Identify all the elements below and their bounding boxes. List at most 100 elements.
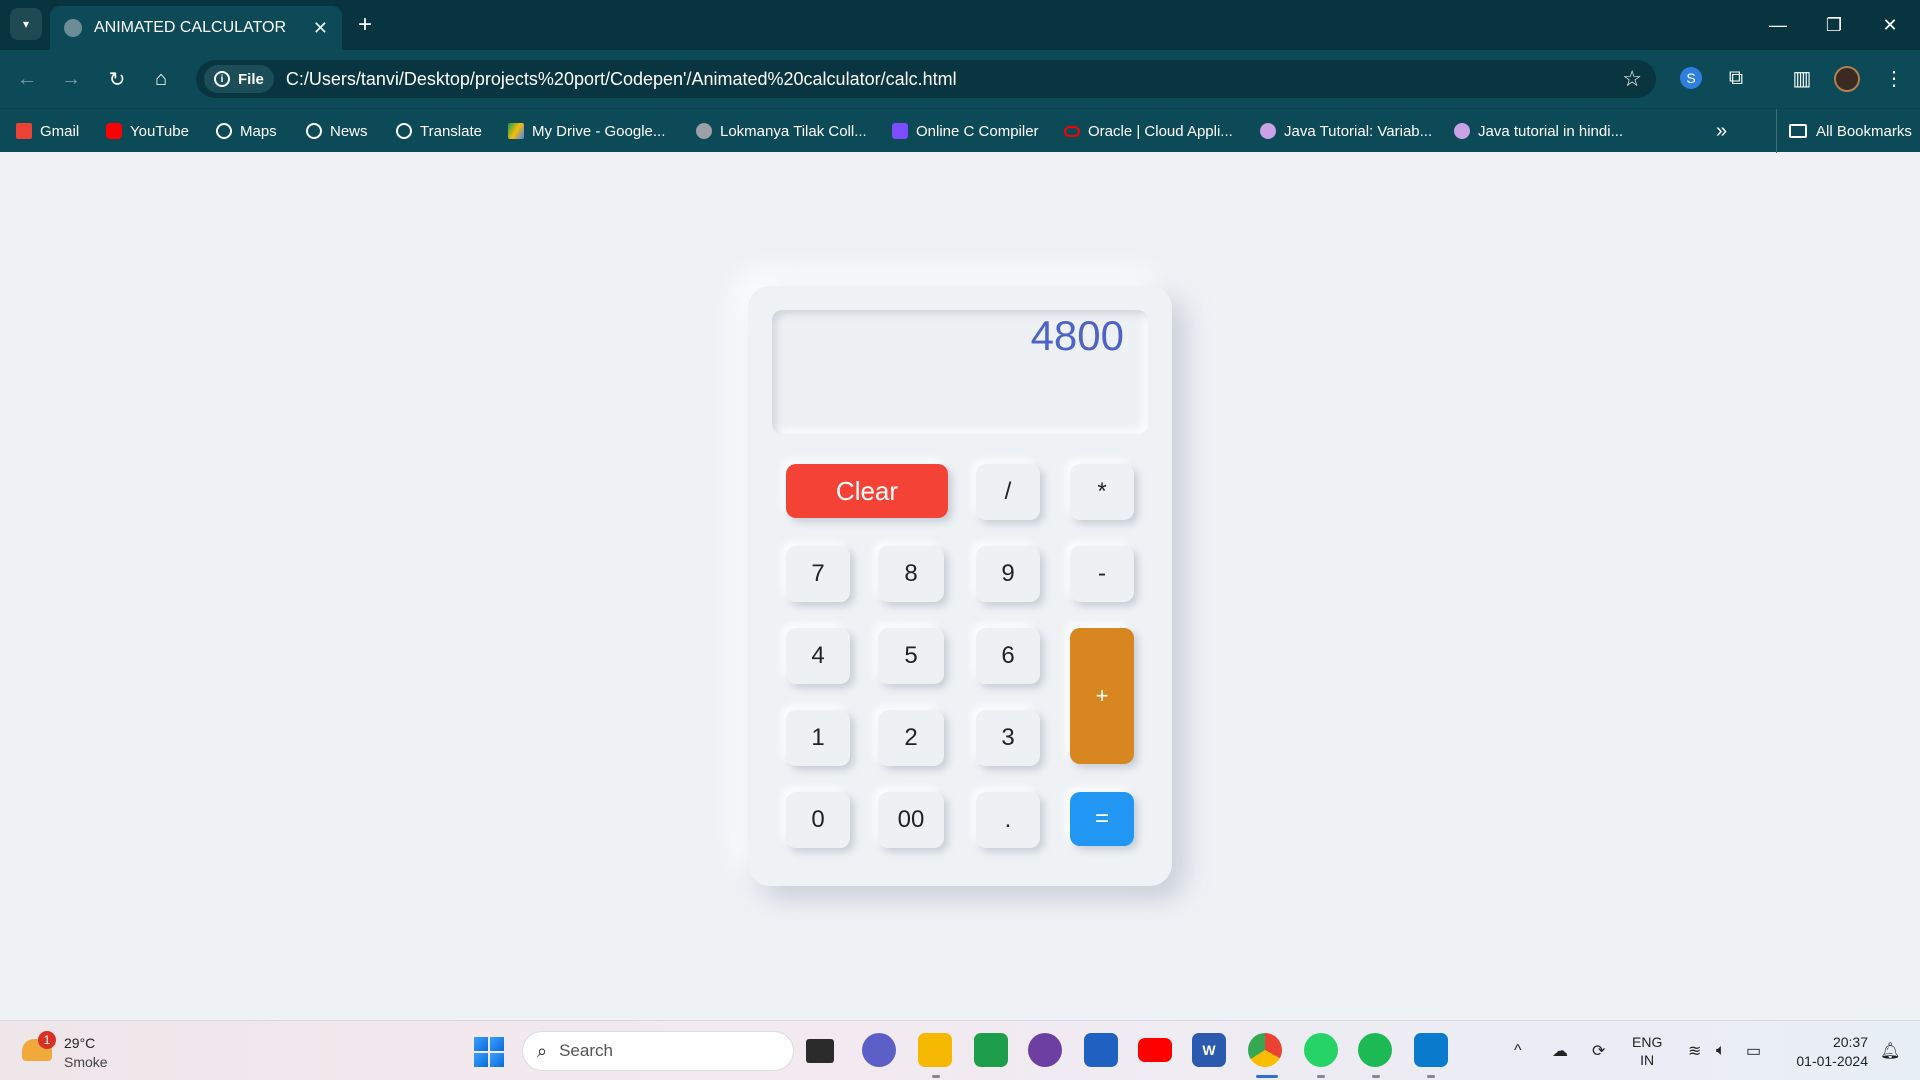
- file-explorer-icon[interactable]: [918, 1033, 952, 1067]
- minus-button[interactable]: -: [1070, 546, 1134, 602]
- digit-2-button[interactable]: 2: [878, 710, 944, 766]
- digit-6-button[interactable]: 6: [976, 628, 1040, 684]
- taskbar-search-box[interactable]: ⌕ Search: [522, 1031, 794, 1071]
- forward-button[interactable]: →: [54, 62, 88, 96]
- language-line1: ENG: [1632, 1034, 1663, 1050]
- tab-strip: ▾ ANIMATED CALCULATOR ✕ + — ❐ ✕: [0, 0, 1920, 50]
- digit-7-button[interactable]: 7: [786, 546, 850, 602]
- more-bookmarks-chevron-icon[interactable]: »: [1716, 109, 1727, 153]
- spotify-icon[interactable]: [1358, 1033, 1392, 1067]
- language-line2: IN: [1640, 1052, 1655, 1068]
- bookmark-label: Maps: [240, 122, 277, 140]
- bookmark-java-tutorial-hindi[interactable]: Java tutorial in hindi...: [1454, 109, 1623, 153]
- minimize-window-button[interactable]: —: [1750, 0, 1806, 50]
- bookmark-my-drive[interactable]: My Drive - Google...: [508, 109, 665, 153]
- extensions-puzzle-icon[interactable]: ⧉: [1722, 64, 1750, 92]
- onedrive-cloud-icon[interactable]: ☁: [1552, 1021, 1568, 1080]
- input-language-indicator[interactable]: ENG IN: [1632, 1033, 1662, 1069]
- windows-taskbar: 1 29°C Smoke ⌕ Search W ^ ☁ ⟳ ENG IN ≋ 🔈…: [0, 1020, 1920, 1080]
- info-icon: i: [214, 71, 230, 87]
- vscode-icon[interactable]: [1414, 1033, 1448, 1067]
- double-zero-button[interactable]: 00: [878, 792, 944, 848]
- bookmark-maps[interactable]: Maps: [216, 109, 277, 153]
- restore-window-button[interactable]: ❐: [1806, 0, 1862, 50]
- weather-widget[interactable]: 1 29°C Smoke: [22, 1029, 142, 1073]
- bookmark-label: Java Tutorial: Variab...: [1284, 122, 1433, 140]
- multiply-button[interactable]: *: [1070, 464, 1134, 520]
- bookmark-translate[interactable]: Translate: [396, 109, 482, 153]
- task-view-icon[interactable]: [806, 1039, 834, 1063]
- college-logo-icon: [696, 123, 712, 139]
- word-icon[interactable]: W: [1192, 1033, 1226, 1067]
- site-info-chip[interactable]: i File: [204, 65, 274, 93]
- profile-avatar[interactable]: [1834, 66, 1860, 92]
- browser-tab-active[interactable]: ANIMATED CALCULATOR ✕: [50, 6, 342, 50]
- side-panel-icon[interactable]: ▥: [1788, 64, 1816, 92]
- equals-button[interactable]: =: [1070, 792, 1134, 846]
- digit-9-button[interactable]: 9: [976, 546, 1040, 602]
- battery-icon[interactable]: ▭: [1746, 1021, 1761, 1080]
- notification-badge: 1: [38, 1031, 56, 1049]
- plus-button[interactable]: +: [1070, 628, 1134, 764]
- bookmark-lokmanya-tilak[interactable]: Lokmanya Tilak Coll...: [696, 109, 867, 153]
- close-tab-icon[interactable]: ✕: [313, 18, 328, 39]
- bookmark-label: Gmail: [40, 122, 80, 140]
- reload-button[interactable]: ↻: [100, 62, 134, 96]
- windows-start-icon[interactable]: [474, 1037, 504, 1067]
- url-text[interactable]: C:/Users/tanvi/Desktop/projects%20port/C…: [286, 69, 957, 90]
- bookmark-youtube[interactable]: YouTube: [106, 109, 189, 153]
- decimal-button[interactable]: .: [976, 792, 1040, 848]
- notifications-bell-icon[interactable]: 🔔︎: [1880, 1021, 1900, 1080]
- address-bar[interactable]: i File C:/Users/tanvi/Desktop/projects%2…: [196, 60, 1656, 98]
- github-icon[interactable]: [1028, 1033, 1062, 1067]
- divide-button[interactable]: /: [976, 464, 1040, 520]
- bookmark-oracle[interactable]: Oracle | Cloud Appli...: [1064, 109, 1233, 153]
- sync-icon[interactable]: ⟳: [1592, 1021, 1605, 1080]
- wifi-icon[interactable]: ≋: [1688, 1021, 1701, 1080]
- system-clock[interactable]: 20:37 01-01-2024: [1784, 1033, 1868, 1071]
- tab-search-chevron-icon[interactable]: ▾: [10, 8, 42, 40]
- bookmark-star-icon[interactable]: ☆: [1622, 66, 1642, 92]
- youtube-app-icon[interactable]: [1138, 1038, 1172, 1062]
- home-button[interactable]: ⌂: [144, 62, 178, 96]
- bookmark-java-tutorial-variables[interactable]: Java Tutorial: Variab...: [1260, 109, 1432, 153]
- google-drive-icon: [508, 123, 524, 139]
- digit-5-button[interactable]: 5: [878, 628, 944, 684]
- digit-4-button[interactable]: 4: [786, 628, 850, 684]
- microsoft-store-icon[interactable]: [1084, 1033, 1118, 1067]
- clock-time: 20:37: [1832, 1034, 1868, 1050]
- bookmark-gmail[interactable]: Gmail: [16, 109, 79, 153]
- oracle-icon: [1064, 125, 1080, 137]
- calculator: 4800 Clear / * 7 8 9 - 4 5 6 + 1 2 3 0 0…: [748, 286, 1172, 886]
- volume-icon[interactable]: 🔈︎: [1716, 1021, 1726, 1080]
- google-classroom-icon[interactable]: [974, 1033, 1008, 1067]
- avatar-icon: [1260, 123, 1276, 139]
- bookmark-news[interactable]: News: [306, 109, 368, 153]
- active-app-indicator: [1256, 1075, 1278, 1078]
- digit-3-button[interactable]: 3: [976, 710, 1040, 766]
- chrome-icon[interactable]: [1248, 1033, 1282, 1067]
- bookmark-label: Online C Compiler: [916, 122, 1039, 140]
- show-hidden-icons-chevron-icon[interactable]: ^: [1514, 1021, 1522, 1080]
- clear-button[interactable]: Clear: [786, 464, 948, 518]
- digit-1-button[interactable]: 1: [786, 710, 850, 766]
- more-menu-icon[interactable]: ⋮: [1880, 64, 1908, 92]
- running-indicator: [1317, 1075, 1325, 1078]
- back-button[interactable]: ←: [10, 62, 44, 96]
- all-bookmarks-button[interactable]: All Bookmarks: [1776, 109, 1912, 153]
- bookmark-label: Oracle | Cloud Appli...: [1088, 122, 1233, 140]
- search-placeholder: Search: [559, 1041, 613, 1060]
- bookmark-online-c-compiler[interactable]: Online C Compiler: [892, 109, 1039, 153]
- bookmark-label: My Drive - Google...: [532, 122, 666, 140]
- youtube-icon: [106, 123, 122, 139]
- extension-s-icon[interactable]: S: [1680, 67, 1702, 89]
- globe-icon: [306, 123, 322, 139]
- digit-0-button[interactable]: 0: [786, 792, 850, 848]
- whatsapp-icon[interactable]: [1304, 1033, 1338, 1067]
- digit-8-button[interactable]: 8: [878, 546, 944, 602]
- weather-temperature: 29°C: [64, 1035, 96, 1051]
- new-tab-button[interactable]: +: [350, 10, 380, 40]
- globe-icon: [64, 19, 82, 37]
- teams-chat-icon[interactable]: [862, 1033, 896, 1067]
- close-window-button[interactable]: ✕: [1862, 0, 1918, 50]
